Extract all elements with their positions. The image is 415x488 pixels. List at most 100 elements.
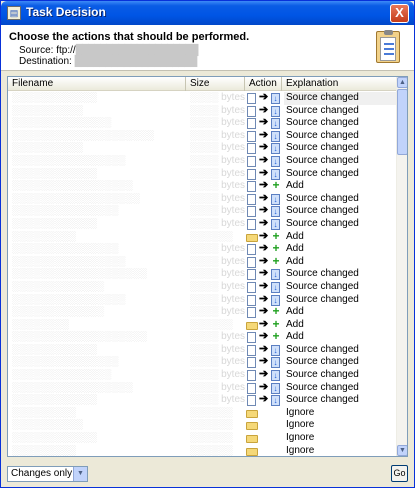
table-row[interactable]: ░░░░░░░░░ ░░░░░░ ➔ + Add bbox=[8, 229, 397, 244]
size-cell: ░░░░ bytes bbox=[190, 180, 245, 192]
column-header-explanation[interactable]: Explanation bbox=[282, 77, 397, 91]
explanation-cell: Source changed bbox=[286, 356, 359, 368]
vertical-scrollbar[interactable]: ▲ ▼ bbox=[396, 77, 407, 456]
table-row[interactable]: ░░░░░░░░░░░░░░░░ ░░░░ bytes ➔ ↓ Source chang… bbox=[8, 293, 397, 307]
action-cell[interactable]: ➔ + bbox=[246, 330, 282, 344]
table-row[interactable]: ░░░░░░░░░░░░░░░ ░░░░ bytes ➔ ↓ Source change… bbox=[8, 204, 397, 218]
file-icon bbox=[247, 168, 256, 180]
folder-icon bbox=[246, 409, 258, 418]
add-icon: + bbox=[272, 316, 280, 331]
arrow-right-icon: ➔ bbox=[259, 254, 269, 267]
action-cell[interactable]: ➔ ↓ bbox=[246, 104, 282, 117]
action-cell[interactable]: ➔ ↓ bbox=[246, 355, 282, 369]
explanation-cell: Source changed bbox=[286, 117, 359, 129]
table-row[interactable]: ░░░░░░░░░░░░░░░░░░░ ░░░░ bytes ➔ + Add bbox=[8, 330, 397, 344]
action-cell[interactable]: ➔ ↓ bbox=[246, 204, 282, 218]
filename-cell: ░░░░░░░░░░░░ bbox=[12, 343, 98, 355]
explanation-cell: Source changed bbox=[286, 142, 359, 154]
column-header-filename[interactable]: Filename bbox=[8, 77, 186, 91]
action-cell[interactable]: ➔ + bbox=[246, 254, 282, 268]
table-row[interactable]: ░░░░░░░░░░░░░░ ░░░░ bytes ➔ ↓ Source changed bbox=[8, 116, 397, 130]
arrow-right-icon: ➔ bbox=[259, 317, 269, 330]
update-icon: ↓ bbox=[271, 143, 280, 155]
action-cell[interactable]: ➔ ↓ bbox=[246, 116, 282, 130]
action-cell[interactable]: ➔ ↓ bbox=[246, 141, 282, 155]
table-row[interactable]: ░░░░░░░░░░░░░░░░░░ ░░░░ bytes ➔ ↓ Source cha… bbox=[8, 192, 397, 206]
table-row[interactable]: ░░░░░░░░░░░░░░░ ░░░░ bytes ➔ ↓ Source change… bbox=[8, 355, 397, 369]
action-cell[interactable]: ➔ ↓ bbox=[246, 381, 282, 394]
folder-icon bbox=[246, 447, 258, 456]
table-row[interactable]: ░░░░░░░░░░░░░░░░░░░░ ░░░░ bytes ➔ ↓ Source c… bbox=[8, 129, 397, 143]
table-row[interactable]: ░░░░░░░░░░░░ ░░░░ bytes ➔ ↓ Source changed bbox=[8, 167, 397, 181]
table-row[interactable]: ░░░░░░░░░░░░░░░░ ░░░░ bytes ➔ ↓ Source chang… bbox=[8, 154, 397, 168]
action-cell[interactable]: ➔ ↓ bbox=[246, 267, 282, 281]
action-cell[interactable]: ➔ ↓ bbox=[246, 92, 282, 104]
table-row[interactable]: ░░░░░░░░░░░░░░░ ░░░░ bytes ➔ + Add bbox=[8, 242, 397, 256]
table-row[interactable]: ░░░░░░░░░░░░ ░░░░ bytes ➔ ↓ Source changed bbox=[8, 92, 397, 105]
chevron-down-icon[interactable]: ▼ bbox=[73, 467, 87, 481]
action-cell[interactable] bbox=[246, 445, 282, 456]
arrow-right-icon: ➔ bbox=[259, 305, 269, 318]
file-icon bbox=[247, 155, 256, 167]
explanation-cell: Ignore bbox=[286, 406, 315, 418]
action-cell[interactable]: ➔ ↓ bbox=[246, 192, 282, 205]
title-bar[interactable]: ▤ Task Decision X bbox=[1, 1, 414, 25]
go-button[interactable]: Go bbox=[391, 465, 408, 482]
table-row[interactable]: ░░░░░░░░ ░░░░░░ ➔ + Add bbox=[8, 316, 397, 332]
explanation-cell: Add bbox=[286, 318, 304, 330]
table-row[interactable]: ░░░░░░░░░░ ░░░░ bytes ➔ ↓ Source changed bbox=[8, 141, 397, 155]
table-row[interactable]: ░░░░░░░░░░░░░ ░░░░ bytes ➔ ↓ Source changed bbox=[8, 280, 397, 294]
file-icon bbox=[247, 294, 256, 306]
file-icon bbox=[247, 105, 256, 117]
file-icon bbox=[247, 143, 256, 155]
action-cell[interactable]: ➔ ↓ bbox=[246, 280, 282, 293]
file-icon bbox=[247, 181, 256, 193]
filename-cell: ░░░░░░░░░░░░░░ bbox=[12, 117, 112, 129]
task-list[interactable]: Filename Size Action Explanation ░░░░░░░… bbox=[7, 76, 408, 457]
scroll-down-icon[interactable]: ▼ bbox=[397, 445, 407, 456]
table-row[interactable]: ░░░░░░░░░░░░░░ ░░░░ bytes ➔ ↓ Source changed bbox=[8, 368, 397, 382]
action-cell[interactable] bbox=[246, 419, 282, 431]
size-cell: ░░░░ bytes bbox=[190, 92, 245, 103]
filename-cell: ░░░░░░░░░░░░░░ bbox=[12, 369, 112, 381]
arrow-right-icon: ➔ bbox=[259, 368, 269, 381]
action-cell[interactable]: ➔ ↓ bbox=[246, 393, 282, 407]
scroll-up-icon[interactable]: ▲ bbox=[397, 77, 407, 88]
column-header-size[interactable]: Size bbox=[186, 77, 245, 91]
filename-cell: ░░░░░░░░░░ bbox=[12, 104, 83, 116]
table-row[interactable]: ░░░░░░░░░░░░ ░░░░░░ Ignore bbox=[8, 432, 397, 445]
table-row[interactable]: ░░░░░░░░░░░░░░░░ ░░░░ bytes ➔ + Add bbox=[8, 254, 397, 269]
scroll-thumb[interactable] bbox=[397, 89, 407, 155]
table-row[interactable]: ░░░░░░░░░░ ░░░░░░ Ignore bbox=[8, 419, 397, 432]
table-row[interactable]: ░░░░░░░░░ ░░░░░░ Ignore bbox=[8, 445, 397, 456]
action-cell[interactable] bbox=[246, 407, 282, 419]
table-row[interactable]: ░░░░░░░░░░░░ ░░░░ bytes ➔ ↓ Source changed bbox=[8, 216, 397, 231]
close-button[interactable]: X bbox=[390, 4, 409, 23]
filename-cell: ░░░░░░░░ bbox=[12, 318, 69, 330]
action-cell[interactable]: ➔ + bbox=[246, 179, 282, 193]
filter-dropdown[interactable]: Changes only ▼ bbox=[7, 466, 88, 482]
column-header-action[interactable]: Action bbox=[245, 77, 282, 91]
arrow-right-icon: ➔ bbox=[259, 204, 269, 217]
action-cell[interactable]: ➔ ↓ bbox=[246, 154, 282, 167]
arrow-right-icon: ➔ bbox=[259, 216, 269, 229]
table-row[interactable]: ░░░░░░░░░░░░░░░░░ ░░░░ bytes ➔ ↓ Source chan… bbox=[8, 381, 397, 395]
filename-cell: ░░░░░░░░░░░░░░░ bbox=[12, 356, 119, 368]
table-row[interactable]: ░░░░░░░░░░░░░ ░░░░ bytes ➔ + Add bbox=[8, 305, 397, 319]
table-row[interactable]: ░░░░░░░░░░░░░░░░░ ░░░░ bytes ➔ + Add bbox=[8, 179, 397, 193]
table-row[interactable]: ░░░░░░░░░░░░ ░░░░ bytes ➔ ↓ Source changed bbox=[8, 393, 397, 407]
action-cell[interactable]: ➔ ↓ bbox=[246, 368, 282, 382]
filename-cell: ░░░░░░░░░░ bbox=[12, 142, 83, 154]
arrow-right-icon: ➔ bbox=[259, 242, 269, 255]
explanation-cell: Source changed bbox=[286, 129, 359, 141]
filename-cell: ░░░░░░░░░░░░░░░░ bbox=[12, 293, 126, 305]
update-icon: ↓ bbox=[271, 118, 280, 130]
action-cell[interactable]: ➔ ↓ bbox=[246, 343, 282, 356]
size-cell: ░░░░░░ bbox=[190, 230, 233, 242]
table-row[interactable]: ░░░░░░░░░░ ░░░░ bytes ➔ ↓ Source changed bbox=[8, 104, 397, 118]
action-cell[interactable] bbox=[246, 432, 282, 444]
table-row[interactable]: ░░░░░░░░░ ░░░░░░ Ignore bbox=[8, 407, 397, 420]
table-row[interactable]: ░░░░░░░░░░░░ ░░░░ bytes ➔ ↓ Source changed bbox=[8, 343, 397, 357]
table-row[interactable]: ░░░░░░░░░░░░░░░░░░░ ░░░░ bytes ➔ ↓ Source ch… bbox=[8, 267, 397, 281]
action-cell[interactable]: ➔ ↓ bbox=[246, 129, 282, 142]
